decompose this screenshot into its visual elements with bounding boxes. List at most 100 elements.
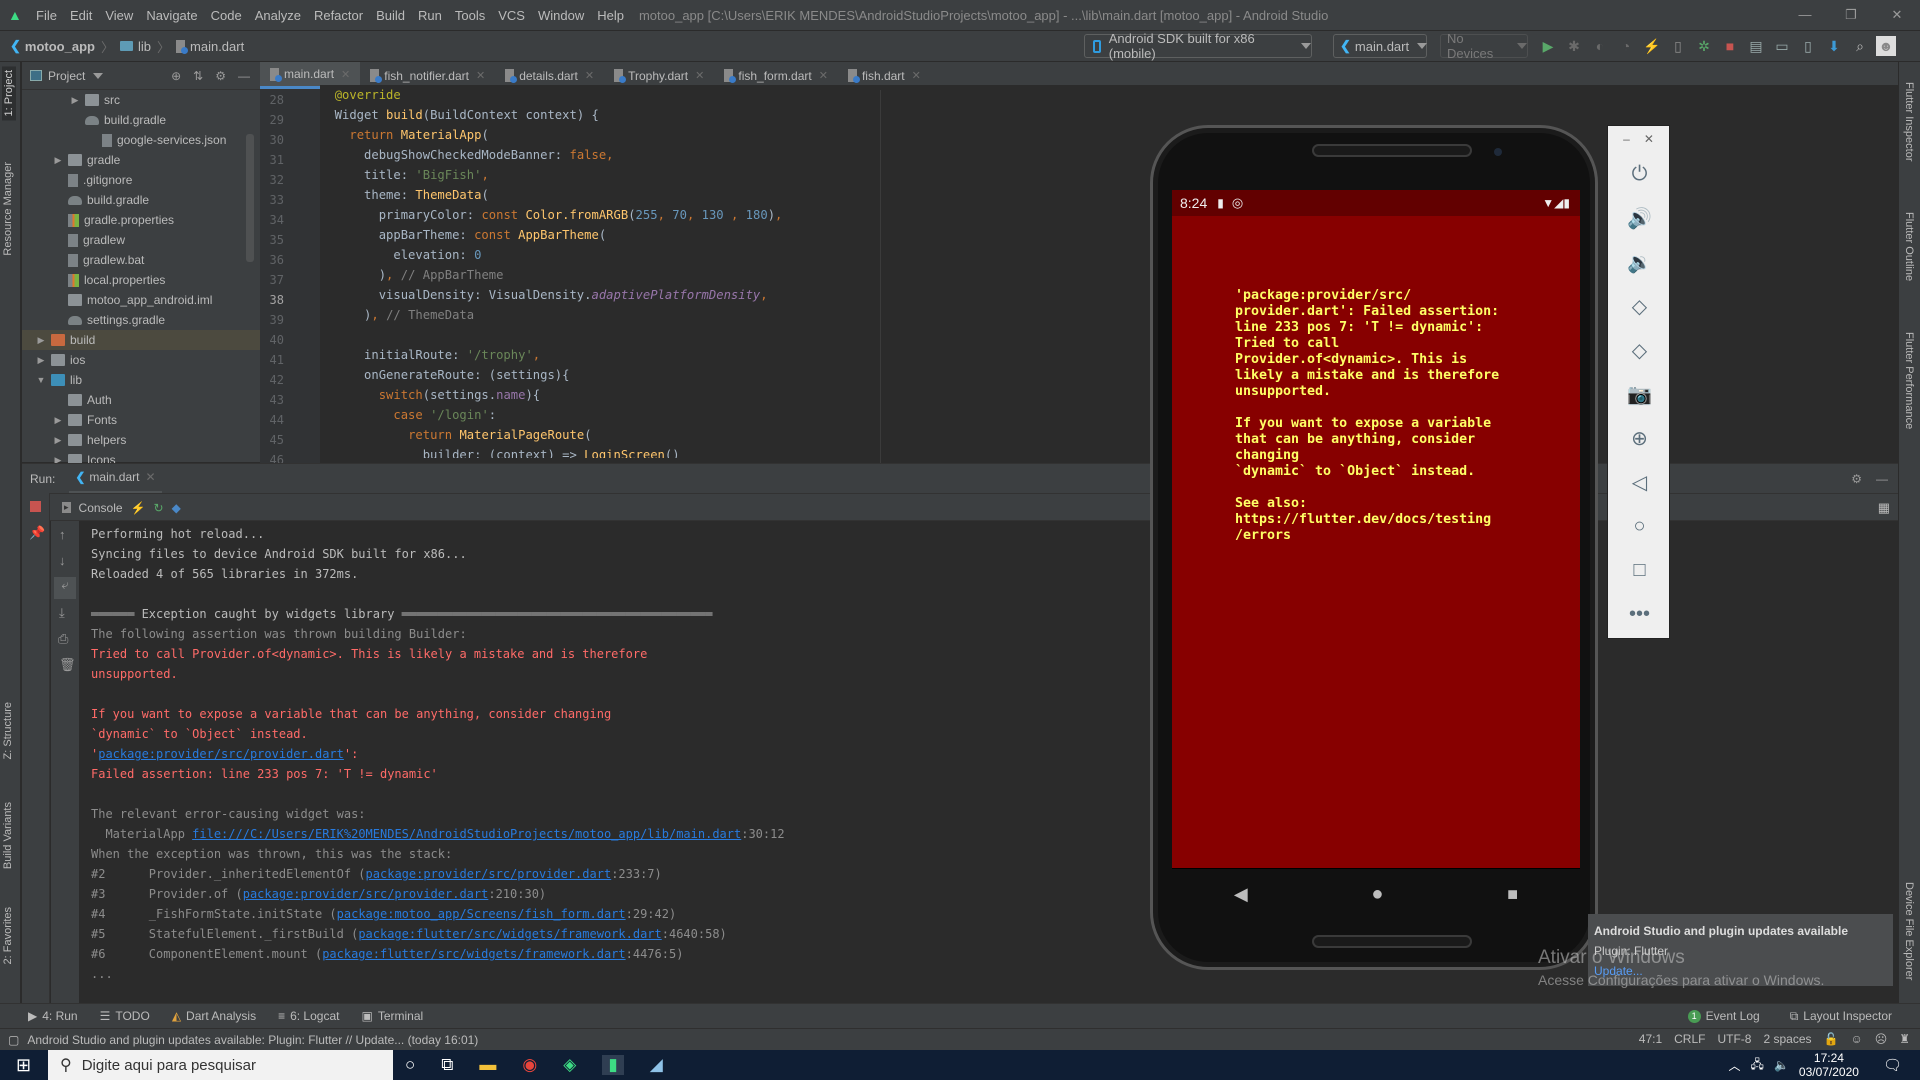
zoom-button[interactable]: ⊕ [1608, 416, 1671, 460]
hot-reload-icon[interactable]: ⚡ [131, 501, 146, 515]
sdk-download-icon[interactable]: ⬇ [1824, 36, 1844, 56]
screenshot-button[interactable]: 📷 [1608, 372, 1671, 416]
profile-icon[interactable]: ◔ [1616, 36, 1636, 56]
power-button[interactable]: ⏻ [1608, 152, 1671, 196]
tool-tab-flutter-outline[interactable]: Flutter Outline [1903, 212, 1915, 281]
breadcrumb-lib[interactable]: lib [138, 39, 151, 54]
home-icon[interactable]: ● [1371, 883, 1383, 906]
scroll-to-end-icon[interactable]: ⤓ [59, 605, 65, 621]
layout-icon[interactable]: ▦ [1878, 500, 1890, 516]
close-icon[interactable]: ✕ [145, 470, 155, 484]
project-view-selector[interactable]: Project [48, 69, 85, 83]
down-arrow-icon[interactable]: ↓ [59, 553, 66, 568]
menu-view[interactable]: View [105, 8, 133, 23]
run-tab[interactable]: ❮ main.dart ✕ [69, 464, 162, 494]
volume-up-button[interactable]: 🔊 [1608, 196, 1671, 240]
status-message[interactable]: Android Studio and plugin updates availa… [27, 1033, 478, 1047]
locate-icon[interactable]: ⊕ [171, 69, 181, 83]
close-icon[interactable]: ✕ [585, 69, 594, 82]
tool-tab-flutter-inspector[interactable]: Flutter Inspector [1903, 82, 1915, 161]
app-taskbar-icon[interactable]: ◢ [650, 1055, 663, 1075]
windows-start-icon[interactable]: ⊞ [16, 1055, 31, 1076]
sdk-manager-icon[interactable]: ▯ [1798, 36, 1818, 56]
tool-tab-favorites[interactable]: 2: Favorites [2, 907, 14, 964]
collapsed-arrow-icon[interactable]: ▶ [52, 155, 64, 166]
tree-item[interactable]: ▶ helpers [22, 430, 260, 450]
status-toggle-icon[interactable]: ▢ [8, 1033, 19, 1047]
tree-item[interactable]: settings.gradle [22, 310, 260, 330]
cortana-icon[interactable]: ○ [405, 1055, 415, 1075]
attach-debugger-icon[interactable]: ✲ [1694, 36, 1714, 56]
hot-restart-icon[interactable]: ↻ [154, 501, 164, 515]
overview-button[interactable]: □ [1608, 548, 1671, 592]
happy-feedback-icon[interactable]: ☺ [1850, 1032, 1862, 1046]
apply-changes-icon[interactable]: ▯ [1668, 36, 1688, 56]
avd-manager-icon[interactable]: ▭ [1772, 36, 1792, 56]
gear-icon[interactable]: ⚙ [1851, 472, 1862, 486]
tree-item[interactable]: ▶ Fonts [22, 410, 260, 430]
tray-expand-icon[interactable]: ︿ [1729, 1057, 1741, 1074]
tree-item[interactable]: build.gradle [22, 110, 260, 130]
tree-item[interactable]: Auth [22, 390, 260, 410]
emulator-taskbar-icon[interactable]: ▮ [602, 1055, 624, 1075]
tree-item[interactable]: ▶ gradle [22, 150, 260, 170]
bottom-tab-todo[interactable]: ☰ TODO [100, 1009, 150, 1023]
menu-file[interactable]: File [36, 8, 57, 23]
tree-item[interactable]: gradlew.bat [22, 250, 260, 270]
menu-navigate[interactable]: Navigate [146, 8, 197, 23]
close-icon[interactable]: ✕ [341, 68, 350, 81]
debug-icon[interactable]: ✱ [1564, 36, 1584, 56]
tree-item[interactable]: ▶ src [22, 90, 260, 110]
caret-position[interactable]: 47:1 [1639, 1032, 1662, 1046]
breadcrumb-file[interactable]: main.dart [190, 39, 244, 54]
menu-help[interactable]: Help [597, 8, 624, 23]
rotate-right-button[interactable]: ◇ [1608, 328, 1671, 372]
code-line[interactable]: Widget build(BuildContext context) { [320, 105, 1898, 125]
dart-devtools-icon[interactable]: ◆ [172, 501, 181, 515]
network-icon[interactable]: 🖧 [1751, 1055, 1764, 1076]
close-icon[interactable]: ✕ [1644, 132, 1654, 146]
bottom-tab-terminal[interactable]: ▣ Terminal [361, 1009, 423, 1023]
collapsed-arrow-icon[interactable]: ▶ [35, 355, 47, 366]
layout-inspector-button[interactable]: ⧉ Layout Inspector [1790, 1009, 1892, 1024]
hot-reload-icon[interactable]: ⚡ [1642, 36, 1662, 56]
back-icon[interactable]: ◀ [1234, 884, 1248, 905]
bottom-tab-dart-analysis[interactable]: ◭ Dart Analysis [172, 1009, 256, 1023]
tree-item[interactable]: gradle.properties [22, 210, 260, 230]
tree-item[interactable]: google-services.json [22, 130, 260, 150]
menu-run[interactable]: Run [418, 8, 442, 23]
task-view-icon[interactable]: ⧉ [441, 1055, 453, 1075]
sad-feedback-icon[interactable]: ☹ [1875, 1032, 1888, 1046]
menu-edit[interactable]: Edit [70, 8, 92, 23]
bottom-tab-run[interactable]: ▶ 4: Run [28, 1009, 78, 1023]
close-icon[interactable]: ✕ [819, 69, 828, 82]
close-button[interactable]: ✕ [1874, 0, 1920, 30]
collapsed-arrow-icon[interactable]: ▶ [52, 435, 64, 446]
stop-icon[interactable] [30, 501, 41, 512]
coverage-icon[interactable]: ◐ [1590, 36, 1610, 56]
tree-item[interactable]: ▼ lib [22, 370, 260, 390]
console-tab[interactable]: Console [79, 501, 123, 515]
tree-item[interactable]: motoo_app_android.iml [22, 290, 260, 310]
tree-item[interactable]: build.gradle [22, 190, 260, 210]
chevron-down-icon[interactable] [93, 72, 104, 79]
menu-vcs[interactable]: VCS [498, 8, 525, 23]
inspector-icon[interactable]: ♜ [1899, 1032, 1910, 1046]
tree-item[interactable]: gradlew [22, 230, 260, 250]
project-scrollbar[interactable] [246, 134, 254, 262]
chrome-icon[interactable]: ◉ [522, 1055, 537, 1075]
collapsed-arrow-icon[interactable]: ▶ [69, 95, 81, 106]
rotate-left-button[interactable]: ◇ [1608, 284, 1671, 328]
tree-item[interactable]: .gitignore [22, 170, 260, 190]
tool-tab-resource-manager[interactable]: Resource Manager [2, 162, 14, 256]
run-icon[interactable]: ▶ [1538, 36, 1558, 56]
up-arrow-icon[interactable]: ↑ [59, 527, 66, 542]
bottom-tab-logcat[interactable]: ≡ 6: Logcat [278, 1009, 339, 1023]
indent-setting[interactable]: 2 spaces [1763, 1032, 1811, 1046]
file-encoding[interactable]: UTF-8 [1717, 1032, 1751, 1046]
menu-code[interactable]: Code [211, 8, 242, 23]
tree-item[interactable]: ▶ ios [22, 350, 260, 370]
hide-icon[interactable]: — [238, 69, 250, 83]
collapse-all-icon[interactable]: ⇅ [193, 69, 203, 83]
tool-tab-device-file-explorer[interactable]: Device File Explorer [1903, 882, 1915, 980]
